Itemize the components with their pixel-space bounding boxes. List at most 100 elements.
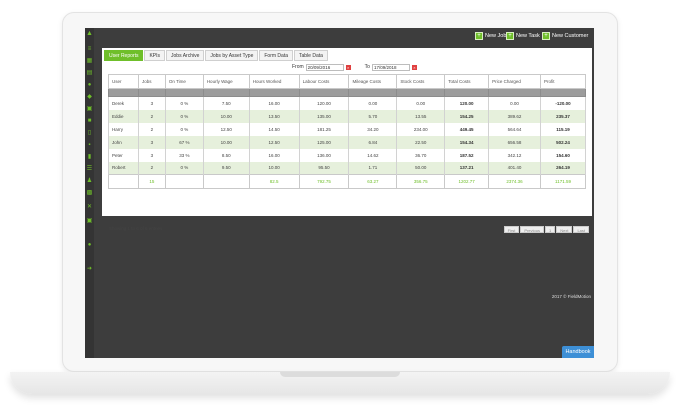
tools-icon[interactable]: ✕ — [86, 204, 93, 210]
table-cell: Robert — [108, 161, 139, 175]
date-range: From 20/09/2016 × To 17/09/2018 × — [292, 63, 417, 71]
table-cell: 3 — [137, 96, 166, 110]
total-cell: 1171.59 — [540, 174, 586, 189]
column-header[interactable]: Profit — [540, 74, 586, 89]
new-job-button[interactable]: + New Job — [475, 30, 506, 42]
table-cell: Eddie — [108, 109, 139, 123]
table-cell: 181.25 — [298, 122, 350, 136]
table-row[interactable]: John 3 67 % 10.00 12.50 125.00 6.84 22.50 154.34… — [108, 135, 586, 149]
user-icon[interactable]: ● — [86, 82, 93, 88]
list-icon[interactable]: ☰ — [86, 166, 93, 172]
table-cell: 22.50 — [396, 135, 446, 149]
new-customer-button[interactable]: + New Customer — [542, 30, 588, 42]
from-date-input[interactable]: 20/09/2016 — [305, 63, 344, 71]
column-header[interactable]: Stock Costs — [396, 74, 446, 89]
table-cell: 235.37 — [540, 109, 586, 123]
header-separator — [108, 88, 586, 97]
totals-row: 15 82.5 792.75 63.27 356.75 1202.77 2374.36 117… — [108, 174, 586, 189]
calendar-icon[interactable]: ▤ — [86, 70, 93, 76]
help-icon[interactable]: ● — [86, 242, 93, 248]
table-cell: 2 — [137, 161, 166, 175]
menu-icon[interactable]: ≡ — [86, 46, 93, 52]
table-cell: 0.00 — [488, 96, 541, 110]
table-cell: 0 % — [164, 96, 204, 110]
clear-to-icon[interactable]: × — [411, 64, 417, 70]
new-task-icon: + — [506, 32, 514, 40]
column-header[interactable]: Mileage Costs — [348, 74, 398, 89]
table-cell: 10.00 — [202, 109, 250, 123]
column-header[interactable]: Hours Worked — [248, 74, 300, 89]
table-cell: 34.20 — [348, 122, 398, 136]
table-cell: 14.50 — [248, 122, 300, 136]
table-cell: 9.50 — [202, 161, 250, 175]
app-logo-icon[interactable]: ▲ — [86, 30, 93, 37]
to-label: To — [364, 64, 370, 70]
column-header[interactable]: Total Costs — [444, 74, 490, 89]
table-cell: 33 % — [164, 148, 204, 162]
table-row[interactable]: Harry 2 0 % 12.50 14.50 181.25 34.20 234.00 449.… — [108, 122, 586, 136]
people-icon[interactable]: ♟ — [86, 178, 93, 184]
previous-page-button[interactable]: Previous — [520, 226, 544, 233]
new-customer-icon: + — [542, 32, 550, 40]
last-page-button[interactable]: Last — [573, 226, 589, 233]
tab-form-data[interactable]: Form Data — [259, 50, 293, 61]
table-cell: 137.21 — [444, 161, 490, 175]
column-header[interactable]: On Time — [164, 74, 204, 89]
table-row[interactable]: Derek 3 0 % 7.50 16.00 120.00 0.00 0.00 120.00 0.… — [108, 96, 586, 110]
box-icon[interactable]: ▪ — [86, 142, 93, 148]
clipboard-icon[interactable]: ▣ — [86, 106, 93, 112]
table-cell: 187.52 — [444, 148, 490, 162]
tab-table-data[interactable]: Table Data — [294, 50, 328, 61]
next-page-button[interactable]: Next — [556, 226, 573, 233]
table-cell: 0.00 — [396, 96, 446, 110]
to-date-input[interactable]: 17/09/2018 — [371, 63, 410, 71]
table-header-row: User Jobs On Time Hourly Wage Hours Work… — [108, 74, 586, 89]
table-cell: 3 — [137, 135, 166, 149]
table-row[interactable]: Peter 3 33 % 8.50 16.00 136.00 14.62 36.70 187.5… — [108, 148, 586, 162]
table-cell: 10.00 — [248, 161, 300, 175]
app-screen: ▲ ≡ ▦ ▤ ● ◆ ▣ ■ ▯ ▪ ▮ ☰ ♟ ▩ ✕ ▣ ● ➜ + Ne… — [85, 28, 594, 358]
document-icon[interactable]: ▯ — [86, 130, 93, 136]
jobs-icon[interactable]: ◆ — [86, 94, 93, 100]
table-cell: 401.40 — [488, 161, 541, 175]
table-cell: 2 — [137, 109, 166, 123]
new-task-button[interactable]: + New Task — [506, 30, 540, 42]
column-header[interactable]: Price Charged — [488, 74, 541, 89]
grid-icon[interactable]: ▩ — [86, 190, 93, 196]
table-cell: 16.00 — [248, 96, 300, 110]
table-cell: 264.19 — [540, 161, 586, 175]
tab-jobs-archive[interactable]: Jobs Archive — [166, 50, 205, 61]
first-page-button[interactable]: First — [503, 226, 520, 233]
tab-user-reports[interactable]: User Reports — [104, 50, 144, 61]
settings-icon[interactable]: ▣ — [86, 218, 93, 224]
table-cell: 0.00 — [348, 96, 398, 110]
table-cell: 564.64 — [488, 122, 541, 136]
tab-jobs-by-asset-type[interactable]: Jobs by Asset Type — [205, 50, 259, 61]
column-header[interactable]: User — [108, 74, 139, 89]
clear-from-icon[interactable]: × — [345, 64, 351, 70]
total-cell — [164, 174, 204, 189]
logout-icon[interactable]: ➜ — [86, 266, 93, 272]
column-header[interactable]: Hourly Wage — [202, 74, 250, 89]
table-cell: 154.34 — [444, 135, 490, 149]
total-cell — [108, 174, 139, 189]
tab-kpis[interactable]: KPIs — [144, 50, 166, 61]
table-cell: 342.12 — [488, 148, 541, 162]
handbook-button[interactable]: Handbook — [562, 346, 594, 358]
table-cell: 154.60 — [540, 148, 586, 162]
page-1-button[interactable]: 1 — [544, 226, 556, 233]
laptop-notch — [280, 372, 400, 377]
dashboard-icon[interactable]: ▦ — [86, 58, 93, 64]
column-header[interactable]: Jobs — [137, 74, 166, 89]
column-header[interactable]: Labour Costs — [298, 74, 350, 89]
table-cell: Derek — [108, 96, 139, 110]
table-cell: 10.00 — [202, 135, 250, 149]
table-cell: Peter — [108, 148, 139, 162]
truck-icon[interactable]: ■ — [86, 118, 93, 124]
table-row[interactable]: Robert 2 0 % 9.50 10.00 95.50 1.71 50.00 137.21 4… — [108, 161, 586, 175]
table-cell: 449.45 — [444, 122, 490, 136]
table-cell: 6.84 — [348, 135, 398, 149]
chart-icon[interactable]: ▮ — [86, 154, 93, 160]
table-cell: John — [108, 135, 139, 149]
table-row[interactable]: Eddie 2 0 % 10.00 13.50 135.00 5.70 13.55 154.25… — [108, 109, 586, 123]
